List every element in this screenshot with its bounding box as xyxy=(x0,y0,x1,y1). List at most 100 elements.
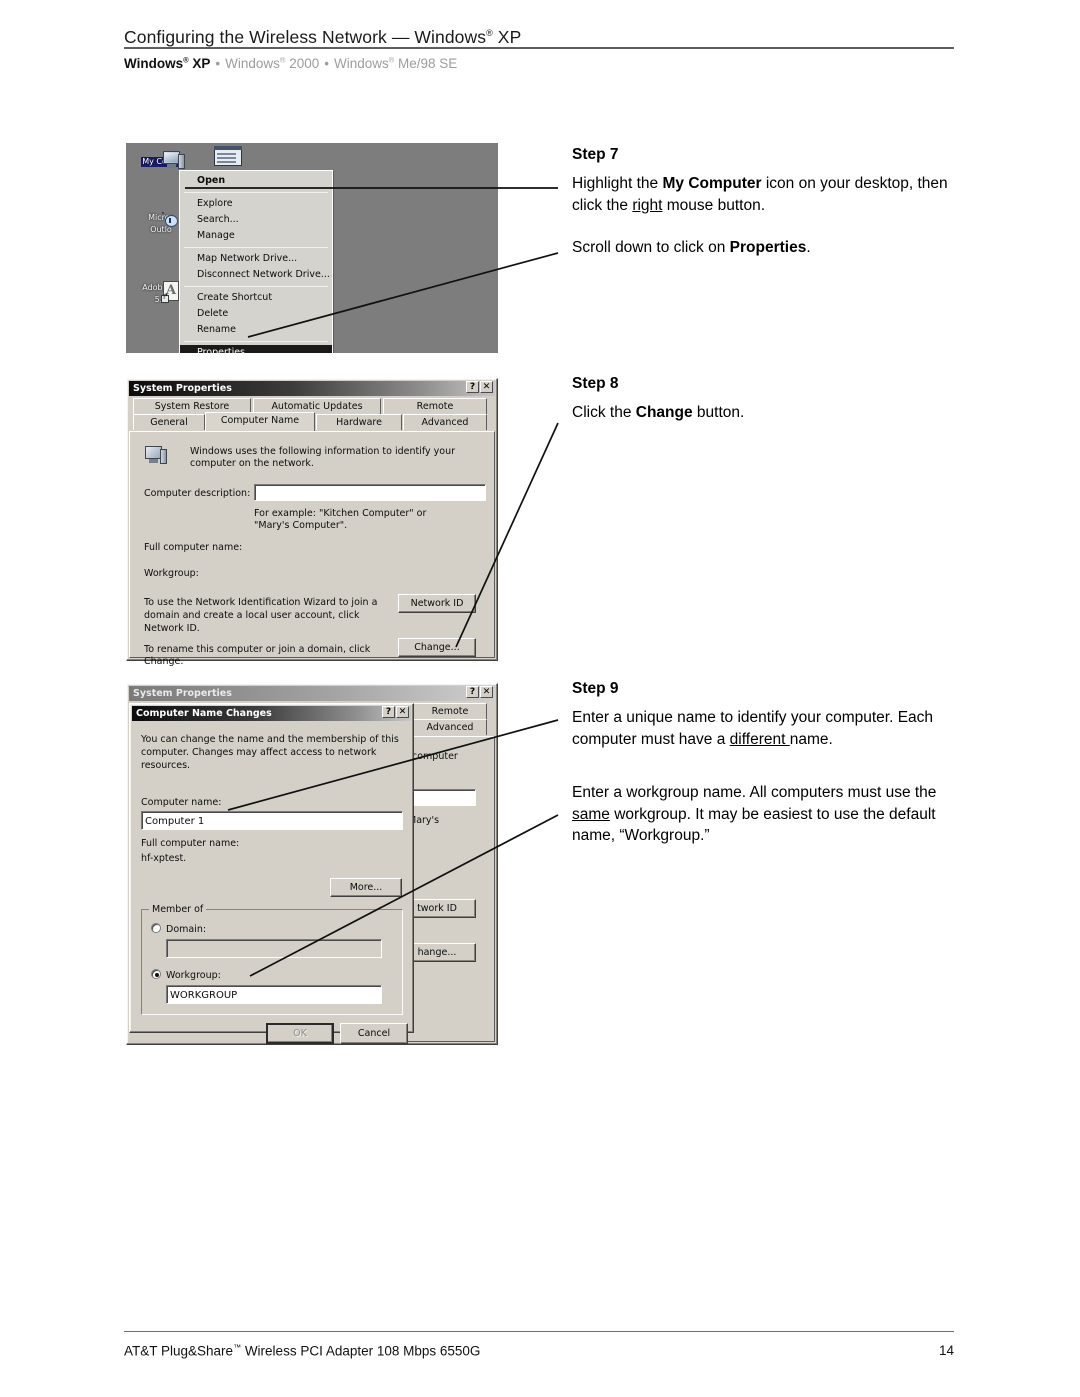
header-title-pre: Configuring the Wireless Network xyxy=(124,27,392,47)
full-computer-name-label: Full computer name: xyxy=(144,542,243,553)
dialog-titlebar: System Properties ? ✕ xyxy=(129,381,495,396)
step-8-heading: Step 8 xyxy=(572,375,619,392)
computer-name-intro: Windows uses the following information t… xyxy=(190,446,456,469)
workgroup-input[interactable]: WORKGROUP xyxy=(166,985,382,1004)
computer-description-label: Computer description: xyxy=(144,488,251,499)
footer-product: AT&T Plug&Share™ Wireless PCI Adapter 10… xyxy=(124,1343,481,1359)
step-7-paragraph-2: Scroll down to click on Properties. xyxy=(572,239,811,256)
computer-name-input[interactable]: Computer 1 xyxy=(141,811,403,830)
background-titlebar-buttons: ? ✕ xyxy=(466,686,493,698)
domain-radio[interactable] xyxy=(151,923,161,933)
menu-separator-4 xyxy=(184,341,328,342)
document-page: Configuring the Wireless Network — Windo… xyxy=(0,0,1080,1397)
computer-icon xyxy=(144,444,170,468)
header-divider xyxy=(124,47,954,49)
dialog-title-text: System Properties xyxy=(133,383,232,394)
screenshot-desktop-context-menu: My Comp Micros Outlo A Adobe Ac 5.0 Open xyxy=(126,143,498,353)
os-tab-me98: Windows® Me/98 SE xyxy=(333,55,458,71)
cnc-full-computer-name-value: hf-xptest. xyxy=(141,853,187,864)
tabstrip: System Restore Automatic Updates Remote … xyxy=(129,398,495,432)
menu-item-search[interactable]: Search... xyxy=(180,212,332,228)
step-9-paragraph-1: Enter a unique name to identify your com… xyxy=(572,709,934,748)
computer-description-example: For example: "Kitchen Computer" or "Mary… xyxy=(254,508,427,531)
breadcrumb-bullet-2: • xyxy=(324,55,329,71)
screenshot-computer-name-changes: System Properties ? ✕ Remote Advanced co… xyxy=(126,683,498,1045)
menu-item-rename[interactable]: Rename xyxy=(180,322,332,338)
os-tab-2000: Windows® 2000 xyxy=(225,55,320,71)
step-7-paragraph-1: Highlight the My Computer icon on your d… xyxy=(572,175,948,214)
menu-item-create-shortcut[interactable]: Create Shortcut xyxy=(180,290,332,306)
workgroup-label: Workgroup: xyxy=(144,568,199,579)
system-properties-dialog: System Properties ? ✕ System Restore Aut… xyxy=(126,378,498,667)
menu-item-delete[interactable]: Delete xyxy=(180,306,332,322)
cnc-help-button[interactable]: ? xyxy=(382,706,395,718)
network-id-button[interactable]: Network ID xyxy=(398,594,476,613)
background-close-icon[interactable]: ✕ xyxy=(480,686,493,698)
menu-item-properties[interactable]: Properties xyxy=(180,345,332,353)
step-9-block: Step 9 Enter a unique name to identify y… xyxy=(572,680,964,847)
tab-remote[interactable]: Remote xyxy=(383,398,487,414)
domain-label: Domain: xyxy=(166,924,207,935)
close-icon[interactable]: ✕ xyxy=(480,381,493,393)
screenshot-system-properties: System Properties ? ✕ System Restore Aut… xyxy=(126,378,498,667)
background-dialog-titlebar: System Properties ? ✕ xyxy=(129,686,495,701)
titlebar-buttons: ? ✕ xyxy=(466,381,493,393)
cancel-button[interactable]: Cancel xyxy=(340,1023,408,1044)
desktop-icon-unknown-window[interactable] xyxy=(214,146,242,166)
more-button[interactable]: More... xyxy=(330,878,402,897)
change-button[interactable]: Change... xyxy=(398,638,476,657)
cnc-titlebar: Computer Name Changes ? ✕ xyxy=(132,706,411,721)
desktop-icon-my-computer[interactable]: My Comp xyxy=(130,149,192,169)
header-title-post: XP xyxy=(492,27,522,47)
background-help-button[interactable]: ? xyxy=(466,686,479,698)
step-7-heading: Step 7 xyxy=(572,146,619,163)
os-tab-xp: Windows® XP xyxy=(124,55,211,71)
menu-separator-2 xyxy=(184,247,328,248)
background-tab-remote[interactable]: Remote xyxy=(413,703,487,719)
menu-item-disconnect-network-drive[interactable]: Disconnect Network Drive... xyxy=(180,267,332,283)
tab-general[interactable]: General xyxy=(133,414,205,430)
change-description: To rename this computer or join a domain… xyxy=(144,644,371,667)
domain-input[interactable] xyxy=(166,939,382,958)
menu-item-explore[interactable]: Explore xyxy=(180,196,332,212)
network-id-description: To use the Network Identification Wizard… xyxy=(144,597,378,634)
ok-button[interactable]: OK xyxy=(266,1023,334,1044)
step-8-paragraph-1: Click the Change button. xyxy=(572,404,745,421)
background-text-computer: computer xyxy=(412,751,458,762)
header-title-dash: — xyxy=(391,27,415,47)
step-9-heading: Step 9 xyxy=(572,680,619,697)
computer-description-input[interactable] xyxy=(254,484,486,501)
header-title-windows: Windows xyxy=(414,27,487,47)
cnc-workgroup-label: Workgroup: xyxy=(166,970,221,981)
os-breadcrumb: Windows® XP • Windows® 2000 • Windows® Me/98… xyxy=(124,55,457,71)
cnc-body: You can change the name and the membersh… xyxy=(132,723,411,1044)
context-menu[interactable]: Open Explore Search... Manage Map Networ… xyxy=(179,170,333,353)
computer-name-changes-dialog: Computer Name Changes ? ✕ You can change… xyxy=(129,703,414,1044)
background-dialog-title-text: System Properties xyxy=(133,688,232,699)
header-title-reg-mark: ® xyxy=(486,28,493,39)
menu-item-manage[interactable]: Manage xyxy=(180,228,332,244)
computer-name-label: Computer name: xyxy=(141,797,222,808)
background-tab-advanced[interactable]: Advanced xyxy=(413,719,487,735)
cnc-titlebar-buttons: ? ✕ xyxy=(382,706,409,718)
workgroup-radio[interactable] xyxy=(151,969,161,979)
member-of-label: Member of xyxy=(149,904,207,915)
tab-advanced[interactable]: Advanced xyxy=(403,414,487,430)
tabpage-computer-name: Windows uses the following information t… xyxy=(129,431,495,667)
tab-hardware[interactable]: Hardware xyxy=(316,414,402,430)
background-tabpage: computer Mary's twork ID hange... xyxy=(396,736,495,1042)
member-of-groupbox: Member of Domain: Workgroup: WORKGROUP xyxy=(141,904,403,1015)
cnc-intro: You can change the name and the membersh… xyxy=(141,734,399,771)
menu-separator-3 xyxy=(184,286,328,287)
menu-separator-1 xyxy=(184,192,328,193)
cnc-close-icon[interactable]: ✕ xyxy=(396,706,409,718)
footer-page-number: 14 xyxy=(938,1343,954,1358)
tab-computer-name[interactable]: Computer Name xyxy=(205,412,315,431)
menu-item-map-network-drive[interactable]: Map Network Drive... xyxy=(180,251,332,267)
page-header-title: Configuring the Wireless Network — Windo… xyxy=(124,27,521,48)
step-9-paragraph-2: Enter a workgroup name. All computers mu… xyxy=(572,784,937,844)
help-button[interactable]: ? xyxy=(466,381,479,393)
step-8-block: Step 8 Click the Change button. xyxy=(572,375,964,424)
menu-item-open[interactable]: Open xyxy=(180,173,332,189)
cnc-full-computer-name-label: Full computer name: xyxy=(141,838,240,849)
